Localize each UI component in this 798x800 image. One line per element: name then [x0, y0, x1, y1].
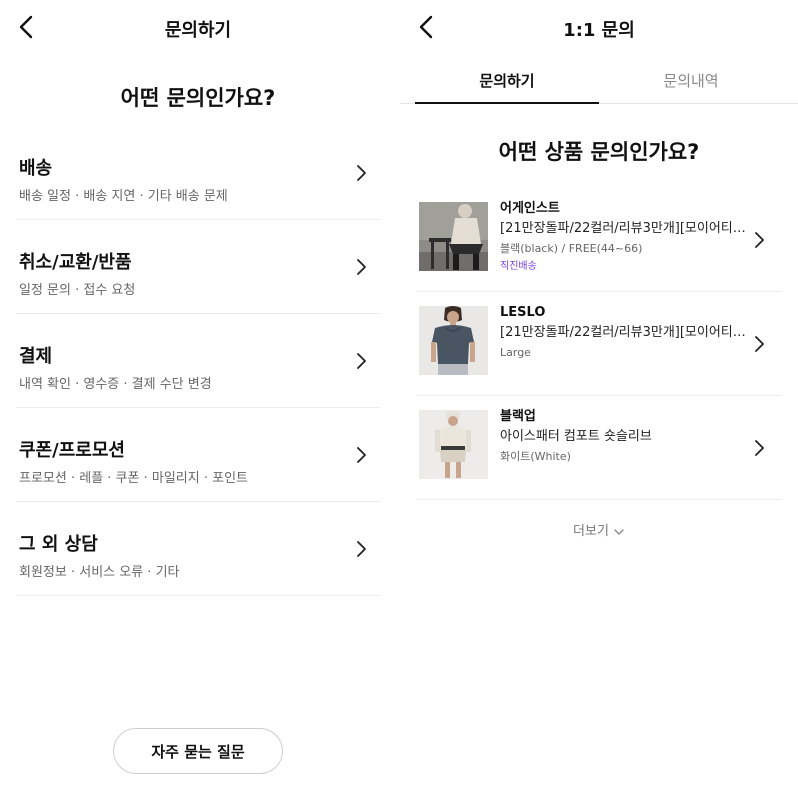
- product-list: 어게인스트 [21만장돌파/22컬러/리뷰3만개][모이어티]... 블랙(bl…: [416, 188, 782, 500]
- chevron-right-icon: [352, 540, 370, 558]
- chevron-down-icon: [613, 526, 625, 538]
- inquiry-panel: 문의하기 어떤 문의인가요? 배송 배송 일정 · 배송 지연 · 기타 배송 …: [0, 0, 396, 800]
- category-title: 취소/교환/반품: [19, 252, 132, 273]
- shipping-badge: 직진배송: [500, 261, 537, 272]
- product-item[interactable]: LESLO [21만장돌파/22컬러/리뷰3만개][모이어티]... Large: [416, 292, 782, 396]
- show-more-button[interactable]: 더보기: [400, 520, 798, 539]
- question-heading: 어떤 문의인가요?: [120, 86, 276, 110]
- product-thumbnail: [419, 410, 488, 479]
- page-title: 1:1 문의: [563, 20, 635, 41]
- category-description: 회원정보 · 서비스 오류 · 기타: [19, 565, 180, 580]
- product-name: [21만장돌파/22컬러/리뷰3만개][모이어티]...: [500, 325, 750, 340]
- product-option: 블랙(black) / FREE(44~66): [500, 242, 643, 255]
- chevron-right-icon: [750, 335, 768, 353]
- tab-inquiry-history[interactable]: 문의내역: [599, 70, 783, 91]
- chevron-right-icon: [352, 352, 370, 370]
- category-title: 배송: [19, 158, 53, 179]
- category-title: 그 외 상담: [19, 534, 98, 555]
- category-item-other[interactable]: 그 외 상담 회원정보 · 서비스 오류 · 기타: [16, 502, 380, 596]
- chevron-right-icon: [750, 439, 768, 457]
- product-option: Large: [500, 346, 531, 359]
- tab-bar: 문의하기 문의내역: [400, 56, 798, 104]
- category-item-payment[interactable]: 결제 내역 확인 · 영수증 · 결제 수단 변경: [16, 314, 380, 408]
- show-more-label: 더보기: [573, 524, 609, 539]
- category-item-delivery[interactable]: 배송 배송 일정 · 배송 지연 · 기타 배송 문제: [16, 126, 380, 220]
- category-list: 배송 배송 일정 · 배송 지연 · 기타 배송 문제 취소/교환/반품 일정 …: [16, 126, 380, 596]
- category-title: 쿠폰/프로모션: [19, 440, 125, 461]
- product-info: 어게인스트 [21만장돌파/22컬러/리뷰3만개][모이어티]... 블랙(bl…: [500, 200, 750, 274]
- product-item[interactable]: 블랙업 아이스패터 컴포트 숏슬리브 화이트(White): [416, 396, 782, 500]
- category-item-coupon-promotion[interactable]: 쿠폰/프로모션 프로모션 · 레플 · 쿠폰 · 마일리지 · 포인트: [16, 408, 380, 502]
- product-thumbnail: [419, 202, 488, 271]
- header: 1:1 문의: [400, 0, 798, 56]
- product-brand: LESLO: [500, 305, 546, 320]
- product-option: 화이트(White): [500, 450, 571, 463]
- product-brand: 어게인스트: [500, 201, 560, 216]
- category-description: 일정 문의 · 접수 요청: [19, 283, 136, 298]
- page-title: 문의하기: [164, 20, 232, 41]
- header: 문의하기: [0, 0, 396, 56]
- faq-button[interactable]: 자주 묻는 질문: [113, 728, 283, 774]
- tab-inquire[interactable]: 문의하기: [415, 70, 599, 91]
- category-item-cancel-exchange-return[interactable]: 취소/교환/반품 일정 문의 · 접수 요청: [16, 220, 380, 314]
- product-name: 아이스패터 컴포트 숏슬리브: [500, 429, 652, 444]
- question-heading: 어떤 상품 문의인가요?: [498, 140, 700, 164]
- chevron-right-icon: [352, 258, 370, 276]
- product-info: LESLO [21만장돌파/22컬러/리뷰3만개][모이어티]... Large: [500, 304, 750, 361]
- category-description: 내역 확인 · 영수증 · 결제 수단 변경: [19, 377, 212, 392]
- one-on-one-inquiry-panel: 1:1 문의 문의하기 문의내역 어떤 상품 문의인가요? 어게인스트 [21만…: [400, 0, 798, 800]
- product-item[interactable]: 어게인스트 [21만장돌파/22컬러/리뷰3만개][모이어티]... 블랙(bl…: [416, 188, 782, 292]
- chevron-right-icon: [352, 164, 370, 182]
- product-name: [21만장돌파/22컬러/리뷰3만개][모이어티]...: [500, 221, 750, 236]
- active-tab-indicator: [415, 102, 599, 104]
- chevron-right-icon: [750, 231, 768, 249]
- category-description: 배송 일정 · 배송 지연 · 기타 배송 문제: [19, 189, 228, 204]
- product-info: 블랙업 아이스패터 컴포트 숏슬리브 화이트(White): [500, 408, 750, 465]
- product-brand: 블랙업: [500, 409, 536, 424]
- product-thumbnail: [419, 306, 488, 375]
- chevron-right-icon: [352, 446, 370, 464]
- category-title: 결제: [19, 346, 53, 367]
- category-description: 프로모션 · 레플 · 쿠폰 · 마일리지 · 포인트: [19, 471, 248, 486]
